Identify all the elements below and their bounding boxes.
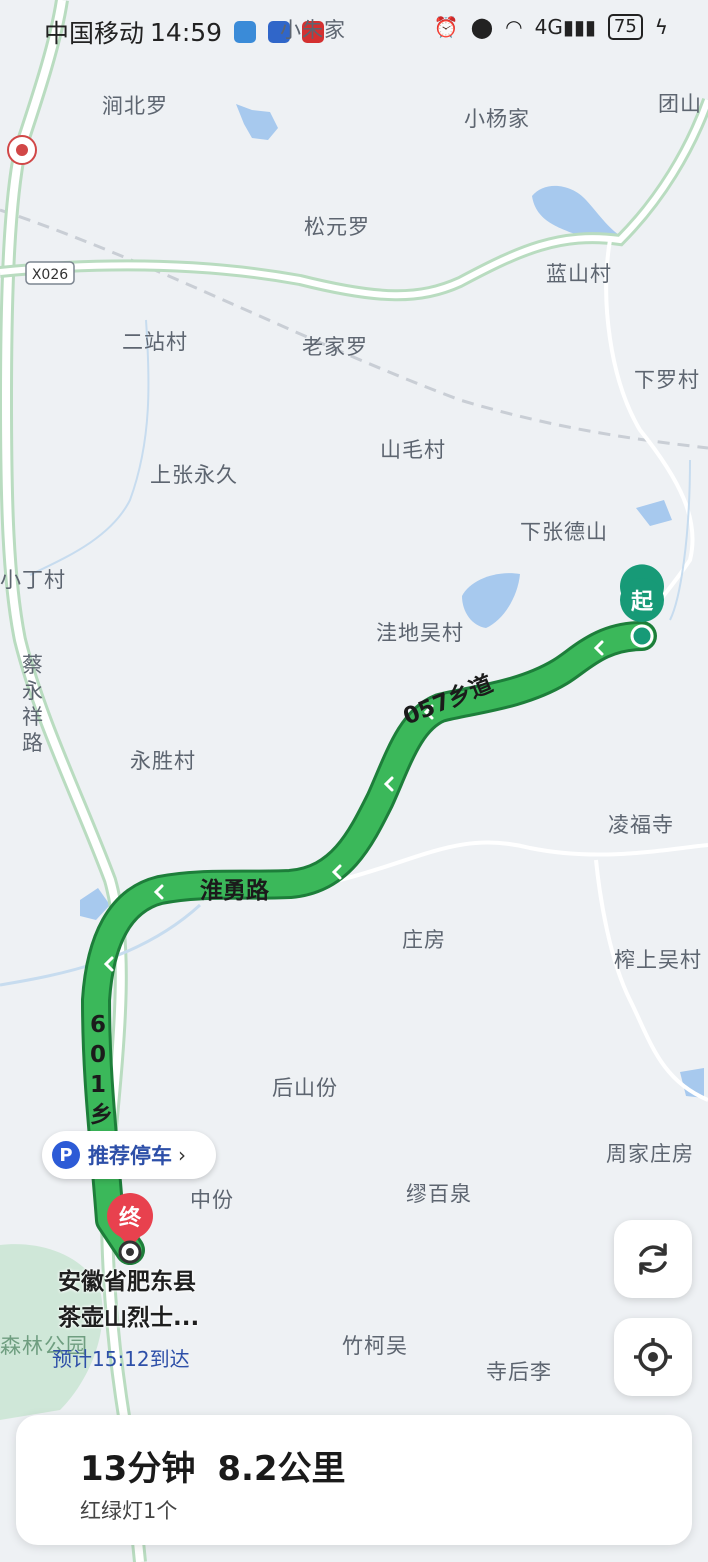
alarm-icon: ⏰ [433,15,459,39]
side-road-label: 蔡永祥路 [22,653,44,755]
destination-line2: 茶壶山烈士... [58,1305,200,1331]
place-label: 二站村 [122,330,188,354]
place-label: 寺后李 [486,1360,552,1384]
place-label: 凌福寺 [608,813,674,837]
route-summary-card[interactable]: 13分钟 8.2公里 红绿灯1个 [16,1415,692,1545]
recommended-parking-button[interactable]: P 推荐停车 › [42,1131,216,1179]
place-label: 中份 [190,1188,234,1212]
battery-icon: 75 [607,14,643,40]
wifi-icon: ◠ [505,15,523,39]
place-label: 缪百泉 [406,1182,472,1206]
place-label: 老家罗 [302,335,368,359]
place-label: 后山份 [272,1076,338,1100]
place-label: 蓝山村 [546,262,612,286]
gas-station-icon[interactable] [7,135,37,165]
chevron-right-icon: › [178,1143,186,1167]
place-label: 竹柯吴 [342,1334,408,1358]
route-summary-main: 13分钟 8.2公里 [80,1441,368,1490]
carrier-label: 中国移动 [44,19,145,48]
status-bar: 中国移动 14:59 ⏰ ⬤ ◠ 4G▮▮▮ 75 ϟ [0,0,708,66]
charging-icon: ϟ [654,15,668,39]
place-label: 永胜村 [130,749,196,773]
svg-text:终: 终 [119,1205,142,1231]
place-label: 周家庄房 [606,1142,694,1166]
place-label: 松元罗 [304,215,370,239]
road-code-x026: X026 [32,267,68,283]
destination-label[interactable]: 安徽省肥东县 茶壶山烈士... [58,1264,199,1336]
place-label: 洼地吴村 [376,621,464,645]
place-label: 上张永久 [150,463,238,487]
place-label: 涧北罗 [102,94,168,118]
route-duration: 13分钟 [80,1449,196,1489]
locate-me-button[interactable] [614,1318,692,1396]
chat-app-icon [234,21,257,43]
eta-label: 预计15:12到达 [52,1347,190,1371]
locate-icon [634,1338,672,1376]
location-icon: ⬤ [470,15,494,39]
place-label: 下罗村 [634,368,700,392]
route-distance: 8.2公里 [217,1449,346,1489]
route-road-label: 淮勇路 [200,878,269,904]
parking-label: 推荐停车 [88,1144,172,1168]
refresh-icon [639,1243,667,1275]
place-label: 榨上吴村 [614,948,702,972]
network-label: 4G [534,15,563,39]
refresh-route-button[interactable] [614,1220,692,1298]
place-label: 庄房 [402,928,446,952]
place-label: 小丁村 [0,568,66,592]
place-label: 下张德山 [520,520,608,544]
traffic-lights-count: 红绿灯1个 [80,1499,178,1523]
place-label: 小朱家 [280,18,346,42]
battery-level: 75 [613,16,637,37]
svg-text:起: 起 [630,590,654,615]
place-label: 团山 [658,92,702,116]
signal-icon: 4G▮▮▮ [534,15,596,39]
status-time: 14:59 [150,17,223,47]
destination-line1: 安徽省肥东县 [58,1269,196,1295]
place-label: 小杨家 [464,107,530,131]
place-label: 山毛村 [380,438,446,462]
parking-icon: P [52,1141,80,1169]
